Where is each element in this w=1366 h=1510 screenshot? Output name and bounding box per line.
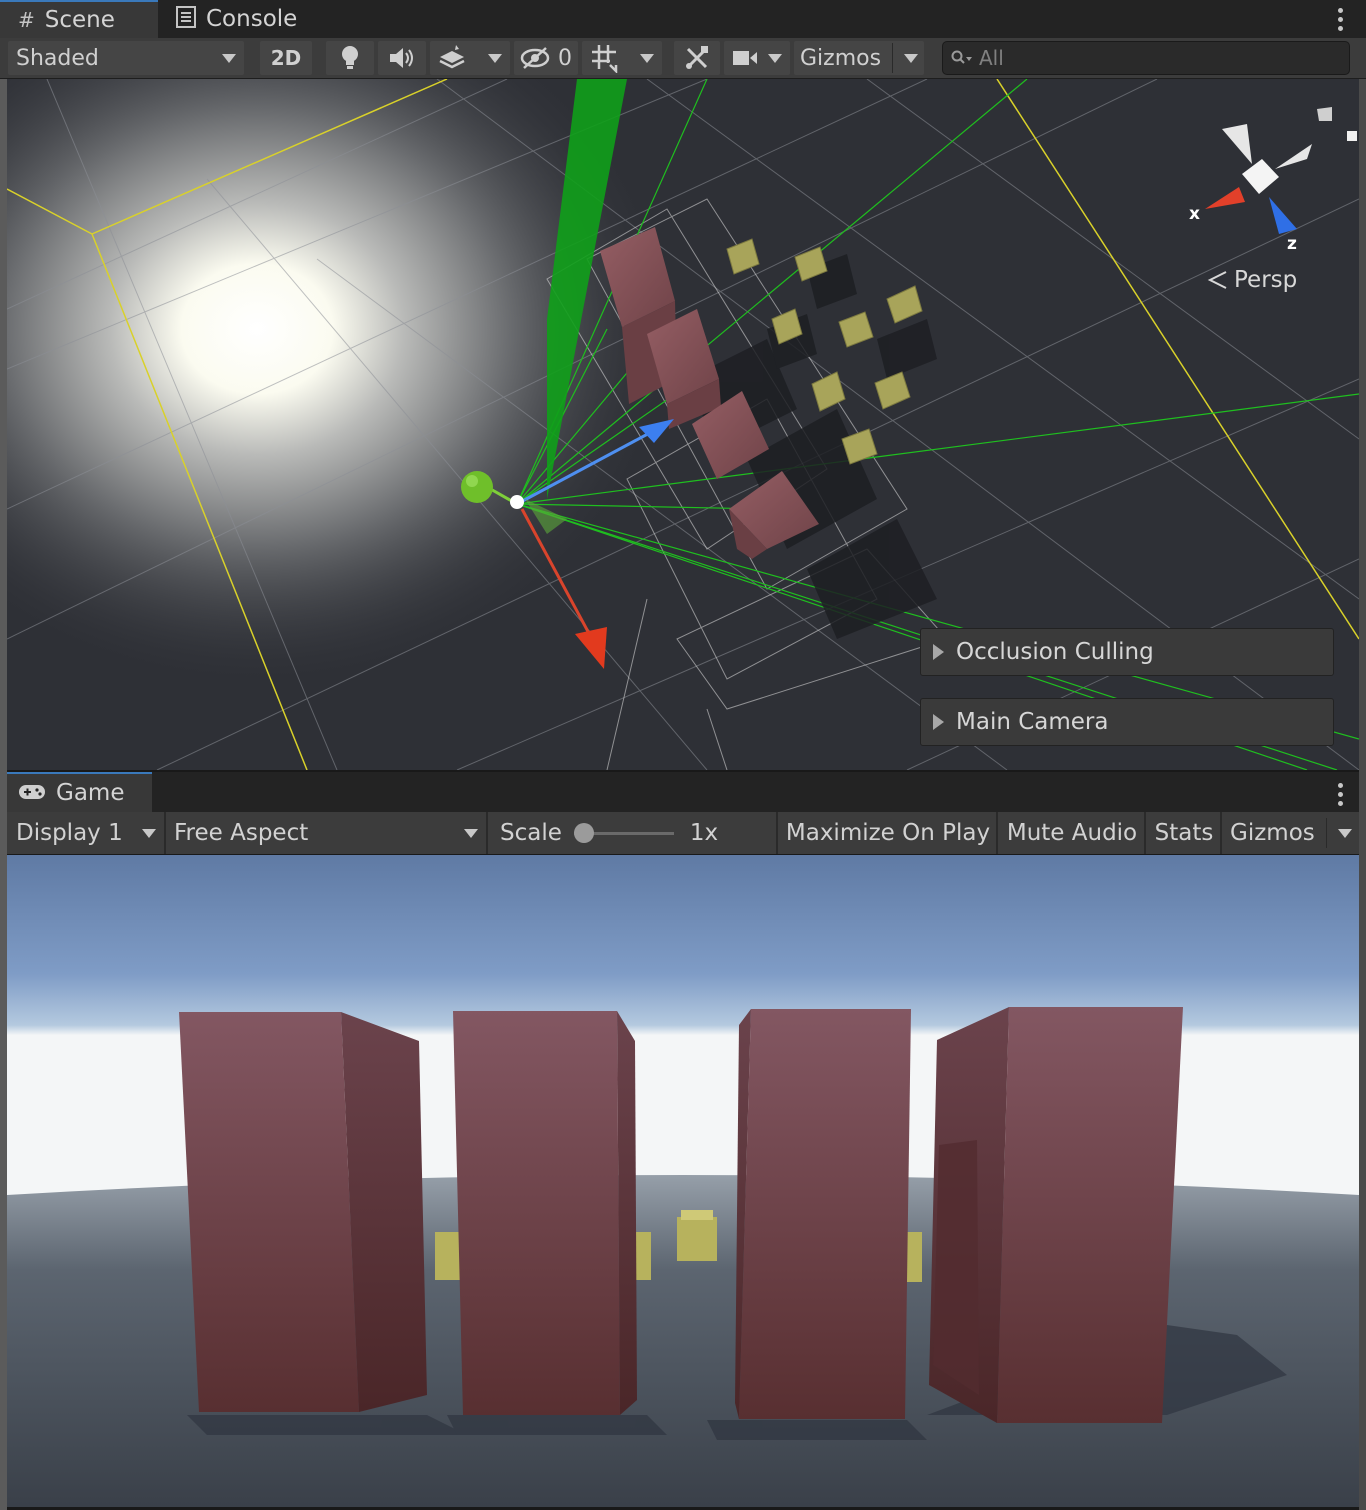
gizmo-z-label: z [1287,234,1297,254]
aspect-value: Free Aspect [174,820,309,846]
scale-slider-thumb[interactable] [573,823,594,843]
tools-icon [686,46,708,69]
gizmo-x-label: x [1189,204,1200,224]
gizmos-dropdown[interactable]: Gizmos [794,41,924,75]
maximize-on-play-toggle[interactable]: Maximize On Play [780,812,998,854]
chevron-down-icon [1338,828,1352,838]
scene-toolbar: Shaded 2D 0 Gizmos All [0,38,1366,79]
scale-value: 1x [689,820,719,846]
left-edge [0,79,7,1510]
scene-viewport[interactable]: x z Persp Occlusion Culling Main Camera [7,79,1359,770]
game-gizmos-dropdown[interactable]: Gizmos [1224,812,1358,854]
effects-dropdown[interactable] [430,41,510,75]
camera-settings-dropdown[interactable] [724,41,790,75]
game-toolbar: Display 1 Free Aspect Scale 1x Maximize … [0,812,1366,854]
game-render [7,855,1359,1507]
projection-label: Persp [1234,267,1297,293]
hidden-count: 0 [558,45,572,71]
stats-label: Stats [1154,820,1214,846]
chevron-down-icon [488,53,502,63]
scale-control: Scale 1x [488,812,778,854]
chevron-down-icon [222,53,236,63]
hash-icon: # [18,8,35,32]
gamepad-icon [18,781,46,805]
chevron-down-icon [768,53,782,63]
display-value: Display 1 [16,820,123,846]
right-edge [1359,79,1366,1510]
grid-icon [592,45,618,73]
game-gizmos-label: Gizmos [1230,820,1315,846]
chevron-down-icon [142,828,156,838]
console-icon [176,5,196,33]
scene-search-input[interactable]: All [942,41,1350,75]
audio-toggle-button[interactable] [378,41,426,75]
chevron-down-icon [640,53,654,63]
aspect-dropdown[interactable]: Free Aspect [166,812,488,854]
tab-console-label: Console [206,6,298,32]
expand-triangle-icon [933,644,944,660]
draw-mode-value: Shaded [16,45,99,71]
scale-slider[interactable] [573,823,674,843]
overlay-main-camera-label: Main Camera [956,709,1109,735]
game-tab-strip: Game [0,772,1366,812]
eye-slash-icon [520,47,550,69]
tab-scene[interactable]: # Scene [0,0,158,38]
display-dropdown[interactable]: Display 1 [8,812,166,854]
expand-triangle-icon [933,714,944,730]
tools-toggle-button[interactable] [674,41,720,75]
overlay-occlusion-culling[interactable]: Occlusion Culling [920,628,1334,676]
scene-tab-strip: # Scene Console [0,0,1366,38]
mute-audio-toggle[interactable]: Mute Audio [1000,812,1146,854]
gizmos-label: Gizmos [800,45,882,71]
tab-game[interactable]: Game [0,772,152,812]
search-icon [951,50,972,64]
maximize-on-play-label: Maximize On Play [785,820,991,846]
tab-game-label: Game [56,780,125,806]
overlay-occlusion-label: Occlusion Culling [956,639,1154,665]
2d-toggle-button[interactable]: 2D [260,41,312,75]
tab-scene-label: Scene [44,7,115,33]
game-menu-kebab-icon[interactable] [1338,783,1344,806]
camera-icon [733,51,757,65]
hidden-objects-toggle[interactable]: 0 [514,41,578,75]
lighting-toggle-button[interactable] [326,41,374,75]
2d-toggle-label: 2D [270,46,302,70]
search-placeholder: All [979,46,1004,70]
tab-console[interactable]: Console [158,0,318,38]
lightbulb-icon [342,46,358,69]
mute-audio-label: Mute Audio [1006,820,1138,846]
layers-icon [439,45,465,69]
stats-toggle[interactable]: Stats [1148,812,1222,854]
chevron-down-icon [464,828,478,838]
speaker-icon [390,48,413,68]
draw-mode-dropdown[interactable]: Shaded [8,41,244,75]
scene-menu-kebab-icon[interactable] [1338,8,1344,31]
chevron-down-icon [904,53,918,63]
game-viewport[interactable] [7,855,1359,1507]
scale-label: Scale [500,820,562,846]
grid-dropdown[interactable] [582,41,662,75]
overlay-main-camera[interactable]: Main Camera [920,698,1334,746]
